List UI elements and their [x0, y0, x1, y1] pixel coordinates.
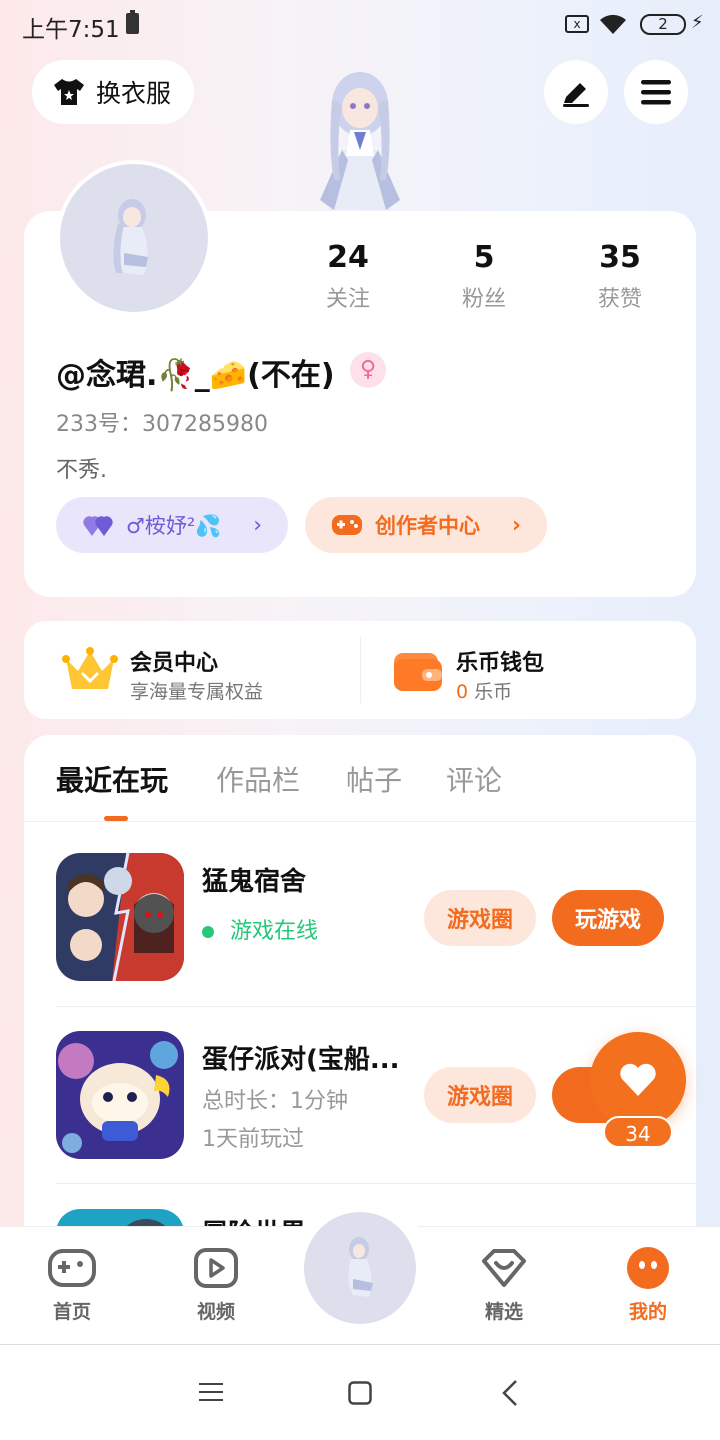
stat-followers-label: 粉丝 [461, 287, 506, 312]
recent-apps-icon[interactable] [198, 1381, 224, 1403]
online-dot [202, 926, 214, 938]
nav-home-label: 首页 [52, 1301, 91, 1323]
game-thumbnail [56, 853, 184, 981]
back-arrow-icon[interactable] [500, 1379, 520, 1407]
tab-works[interactable]: 作品栏 [216, 759, 300, 799]
gender-female-icon: ♀ [350, 352, 386, 388]
wallet-title: 乐币钱包 [456, 651, 545, 676]
creator-center-button[interactable]: 创作者中心 › [305, 497, 547, 553]
edit-button[interactable] [544, 60, 608, 124]
member-center-title: 会员中心 [130, 651, 219, 676]
game-online-text: 游戏在线 [230, 919, 319, 944]
user-id[interactable]: 233号：307285980 [56, 406, 268, 438]
tab-recently-played[interactable]: 最近在玩 [56, 759, 168, 799]
battery-saver-icon [126, 10, 139, 34]
game-name: 猛鬼宿舍 [202, 867, 307, 897]
chevron-right-icon: › [253, 512, 262, 538]
video-play-icon [194, 1248, 238, 1288]
play-game-button[interactable]: 玩游戏 [552, 890, 664, 946]
battery-icon: 2 [640, 14, 686, 35]
avatar-character-figure[interactable] [290, 60, 430, 212]
nav-featured-label: 精选 [484, 1301, 523, 1323]
nav-featured[interactable]: 精选 [459, 1247, 549, 1324]
profile-face-icon [627, 1247, 669, 1289]
heart-diamond-icon [482, 1249, 526, 1287]
heart-icon [620, 1063, 656, 1096]
relationship-button[interactable]: ♂桉妤²💦 › [56, 497, 288, 553]
stat-following[interactable]: 24 关注 [288, 240, 408, 313]
gamepad-icon [48, 1249, 96, 1287]
nav-home[interactable]: 首页 [27, 1247, 117, 1324]
game-row[interactable]: 猛鬼宿舍 游戏在线 游戏圈 玩游戏 [56, 821, 696, 999]
chevron-right-icon: › [511, 512, 521, 538]
hamburger-menu-icon [641, 80, 671, 105]
stat-likes-count: 35 [599, 240, 641, 275]
menu-button[interactable] [624, 60, 688, 124]
crown-icon [62, 647, 118, 689]
change-outfit-label: 换衣服 [96, 79, 172, 108]
no-sim-icon: x [565, 15, 589, 33]
user-bio: 不秀. [56, 458, 107, 483]
game-circle-button[interactable]: 游戏圈 [424, 890, 536, 946]
stat-followers-count: 5 [473, 240, 495, 275]
tab-posts[interactable]: 帖子 [346, 759, 402, 799]
username: @念珺.🥀_🧀(不在) [56, 358, 335, 393]
wallet-icon [394, 653, 442, 691]
game-status: 游戏在线 [202, 913, 318, 945]
stat-likes-label: 获赞 [597, 287, 642, 312]
status-time: 上午7:51 [22, 17, 120, 43]
profile-avatar[interactable] [56, 160, 212, 316]
nav-me-label: 我的 [628, 1301, 667, 1323]
avatar-image [348, 1237, 373, 1297]
nav-me[interactable]: 我的 [603, 1247, 693, 1324]
status-bar: 上午7:51 x 2 ⚡ [0, 0, 720, 50]
nav-video-label: 视频 [196, 1301, 235, 1323]
center-avatar-button[interactable] [304, 1212, 416, 1324]
wifi-icon [600, 14, 626, 34]
avatar-image [113, 199, 148, 275]
game-thumbnail [56, 1031, 184, 1159]
floating-like-button[interactable] [590, 1032, 686, 1128]
stat-following-label: 关注 [325, 287, 370, 312]
game-last-played: 1天前玩过 [202, 1127, 304, 1152]
stat-likes[interactable]: 35 获赞 [560, 240, 680, 313]
relationship-label: ♂桉妤²💦 [126, 514, 222, 538]
change-outfit-button[interactable]: 换衣服 [32, 60, 194, 124]
wallet-balance: 0 乐币 [456, 677, 512, 704]
home-square-icon[interactable] [348, 1381, 372, 1405]
wallet-unit: 乐币 [474, 681, 513, 703]
creator-center-label: 创作者中心 [375, 514, 480, 538]
system-navigation-bar [0, 1344, 720, 1440]
tshirt-icon [54, 79, 84, 105]
tab-comments[interactable]: 评论 [446, 759, 502, 799]
stat-following-count: 24 [327, 240, 369, 275]
member-center-subtitle: 享海量专属权益 [130, 681, 264, 703]
stat-followers[interactable]: 5 粉丝 [424, 240, 544, 313]
wallet-amount: 0 [456, 681, 469, 703]
double-heart-icon [83, 516, 113, 536]
pen-icon [563, 83, 589, 107]
wallet-entry[interactable]: 乐币钱包 0 乐币 [360, 621, 696, 719]
member-center-entry[interactable]: 会员中心 享海量专属权益 [24, 621, 360, 719]
nav-video[interactable]: 视频 [171, 1247, 261, 1324]
like-count-badge: 34 [603, 1116, 673, 1148]
game-playtime: 总时长：1分钟 [202, 1089, 348, 1114]
game-circle-button[interactable]: 游戏圈 [424, 1067, 536, 1123]
charging-icon: ⚡ [691, 12, 704, 33]
gamepad-icon [332, 515, 362, 535]
game-name: 蛋仔派对(宝船... [202, 1045, 400, 1075]
